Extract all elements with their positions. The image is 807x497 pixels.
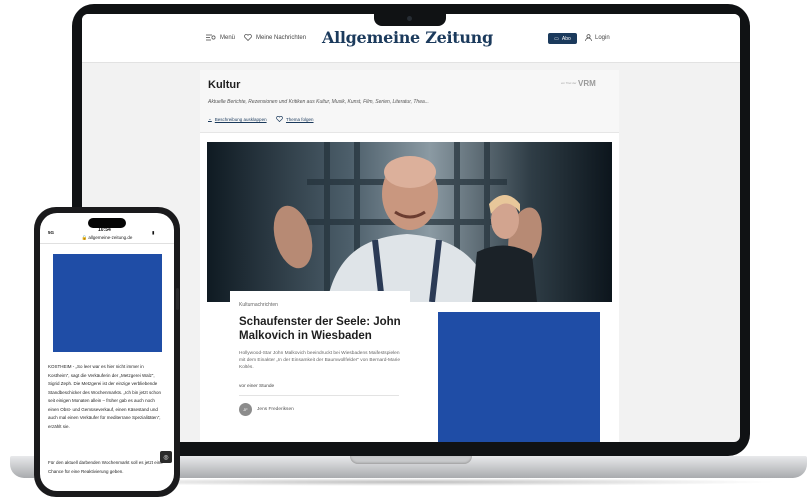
laptop-opening-lip bbox=[350, 456, 472, 464]
topic-title: Kultur bbox=[208, 79, 241, 91]
follow-topic-link[interactable]: Thema folgen bbox=[276, 116, 314, 122]
heart-icon bbox=[276, 116, 283, 122]
topic-header: Kultur ein Titel der VRM Aktuelle Berich… bbox=[200, 70, 619, 133]
heart-icon bbox=[244, 34, 252, 41]
url-divider bbox=[40, 243, 174, 244]
phone-screen: 5G 10:54 ▮ 🔒 allgemeine-zeitung.de KOSTH… bbox=[40, 213, 174, 491]
phone-url[interactable]: 🔒 allgemeine-zeitung.de bbox=[40, 235, 174, 241]
article-headline[interactable]: Schaufenster der Seele: John Malkovich i… bbox=[239, 315, 404, 343]
phone-side-button bbox=[176, 288, 179, 310]
phone-article-body-2: Für den aktuell darbenden Wochenmarkt so… bbox=[48, 460, 163, 474]
login-button[interactable]: Login bbox=[585, 34, 610, 41]
article-time: vor einer Stunde bbox=[239, 384, 275, 389]
phone-ad-placeholder[interactable] bbox=[53, 254, 162, 352]
divider bbox=[239, 395, 399, 396]
publisher-logo: VRM bbox=[578, 79, 596, 88]
article-hero-image[interactable] bbox=[207, 142, 612, 302]
phone-article-body: KOSTHEIM - „So leer war es hier nicht im… bbox=[48, 364, 161, 429]
topic-description: Aktuelle Berichte, Rezensionen und Kriti… bbox=[208, 99, 429, 105]
chevron-down-icon: ⌄ bbox=[208, 116, 212, 121]
expand-description-link[interactable]: ⌄ Beschreibung ausklappen bbox=[208, 116, 267, 122]
menu-search-icon bbox=[206, 34, 216, 41]
site-logo[interactable]: Allgemeine Zeitung bbox=[322, 28, 493, 47]
article-summary: Hollywood-Star John Malkovich beeindruck… bbox=[239, 351, 401, 370]
cart-icon: ▭ bbox=[554, 35, 559, 42]
follow-topic-label: Thema folgen bbox=[286, 116, 314, 122]
abo-button[interactable]: ▭ Abo bbox=[548, 33, 577, 44]
my-news-label: Meine Nachrichten bbox=[256, 34, 307, 41]
menu-button[interactable]: Menü bbox=[206, 34, 235, 41]
author-avatar: JF bbox=[239, 403, 252, 416]
camera-icon bbox=[407, 16, 412, 21]
article-kicker: Kulturnachrichten bbox=[239, 302, 278, 308]
ad-placeholder[interactable] bbox=[438, 312, 600, 442]
menu-label: Menü bbox=[220, 34, 236, 41]
dynamic-island bbox=[88, 218, 126, 228]
abo-label: Abo bbox=[561, 35, 571, 42]
article-teaser[interactable]: Kulturnachrichten Schaufenster der Seele… bbox=[230, 291, 410, 442]
laptop-screen: Menü Meine Nachrichten Allgemeine Zeitun… bbox=[82, 14, 740, 442]
stage-photo bbox=[207, 142, 612, 302]
author-name[interactable]: Jens Frederiksen bbox=[257, 407, 294, 412]
user-icon bbox=[585, 34, 592, 41]
login-label: Login bbox=[595, 34, 610, 41]
publisher-prefix: ein Titel der bbox=[561, 81, 577, 85]
topic-page: Kultur ein Titel der VRM Aktuelle Berich… bbox=[200, 70, 619, 442]
expand-description-label: Beschreibung ausklappen bbox=[214, 116, 267, 122]
my-news-button[interactable]: Meine Nachrichten bbox=[244, 34, 306, 41]
